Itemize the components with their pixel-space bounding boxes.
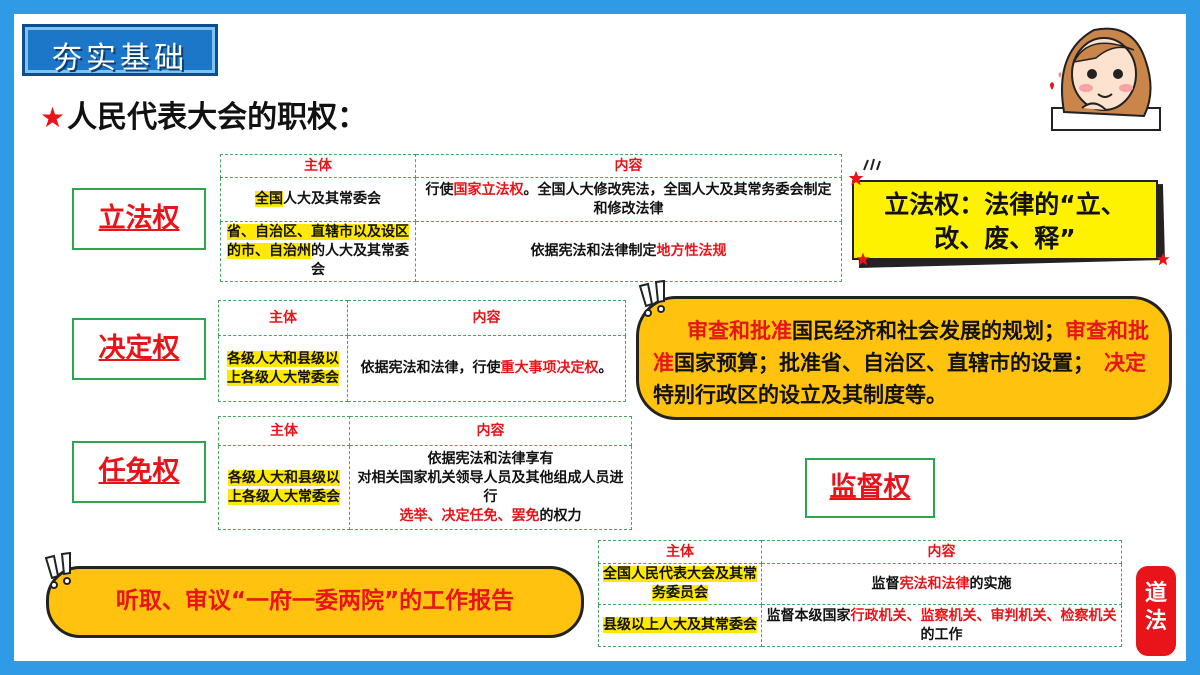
banner-label: 夯实基础 <box>52 41 188 76</box>
content-red-text: 重大事项决定权 <box>500 360 599 376</box>
legislative-header-content: 内容 <box>415 154 842 178</box>
supervision-power-label: 监督权 <box>829 472 911 503</box>
content-text: 的权力 <box>539 507 582 524</box>
decision-subject: 各级人大和县级以上各级人大常委会 <box>218 335 348 402</box>
cartoon-girl-icon <box>1050 27 1161 131</box>
appointment-power-box: 任免权 <box>72 441 206 503</box>
content-text: 监督 <box>871 575 900 592</box>
legislative-row2-subject: 省、自治区、直辖市以及设区的市、自治州的人大及其常委会 <box>220 221 416 282</box>
subject-highlight: 各级人大和县级以上各级人大常委会 <box>228 469 340 505</box>
supervision-header-subject: 主体 <box>598 540 762 564</box>
supervision-row1-subject: 全国人民代表大会及其常务委员会 <box>598 563 762 605</box>
legislative-power-box: 立法权 <box>72 188 206 250</box>
note-text: 特别行政区的设立及其制度等。 <box>653 383 947 407</box>
content-text: 监督本级国家 <box>766 607 851 624</box>
note-red-text: 审查和批准 <box>687 319 792 343</box>
exclamation-icon <box>44 552 71 589</box>
decision-content: 依据宪法和法律，行使重大事项决定权。 <box>347 335 626 402</box>
supervision-header-content: 内容 <box>761 540 1122 564</box>
appointment-subject: 各级人大和县级以上各级人大常委会 <box>218 445 350 530</box>
decision-header-content: 内容 <box>347 300 626 336</box>
note-red-text: 决定 <box>1104 351 1146 375</box>
content-red-text: 行政机关、监察机关、审判机关、检察机关 <box>850 607 1117 624</box>
subject-highlight: 各级人大和县级以上各级人大常委会 <box>227 350 339 386</box>
appointment-header-content: 内容 <box>349 416 632 446</box>
legislative-row2-content: 依据宪法和法律制定地方性法规 <box>415 221 842 282</box>
section-banner: 夯实基础 <box>22 24 218 76</box>
star-icon <box>856 252 870 266</box>
content-text: 的实施 <box>969 575 1012 592</box>
decision-note-bubble: 审查和批准国民经济和社会发展的规划；审查和批准国家预算；批准省、自治区、直辖市的… <box>636 296 1172 420</box>
content-red-text: 地方性法规 <box>656 243 727 259</box>
legislative-note-text: 立法权：法律的“立、改、废、释” <box>884 190 1126 253</box>
supervision-row2-content: 监督本级国家行政机关、监察机关、审判机关、检察机关的工作 <box>761 604 1122 647</box>
appointment-power-label: 任免权 <box>98 456 180 487</box>
star-icon <box>1156 252 1170 266</box>
subject-text: 的人大及其常委会 <box>311 243 409 278</box>
decision-power-label: 决定权 <box>98 333 180 364</box>
content-red-text: 国家立法权 <box>453 181 524 198</box>
sparkle-icon <box>863 158 881 171</box>
content-text: 依据宪法和法律制定 <box>530 243 657 259</box>
seal-stamp: 道法 <box>1136 566 1176 656</box>
report-note-bubble: 听取、审议“一府一委两院”的工作报告 <box>46 566 584 638</box>
appointment-table: 主体 内容 各级人大和县级以上各级人大常委会 依据宪法和法律享有 对相关国家机关… <box>218 416 632 530</box>
page-title-text: 人民代表大会的职权： <box>67 100 368 135</box>
supervision-power-box: 监督权 <box>805 458 935 518</box>
report-note-text: 听取、审议“一府一委两院”的工作报告 <box>115 588 515 614</box>
content-text: 依据宪法和法律，行使 <box>360 360 501 376</box>
legislative-table: 主体 内容 全国人大及其常委会 行使国家立法权。全国人大修改宪法，全国人大及其常… <box>220 154 842 282</box>
legislative-header-subject: 主体 <box>220 154 416 178</box>
note-text: 国民经济和社会发展的规划； <box>792 319 1065 343</box>
star-icon <box>848 170 864 186</box>
legislative-row1-subject: 全国人大及其常委会 <box>220 177 416 222</box>
content-text: 行使 <box>425 181 454 198</box>
decision-table: 主体 内容 各级人大和县级以上各级人大常委会 依据宪法和法律，行使重大事项决定权… <box>218 300 626 402</box>
content-text: 。全国人大修改宪法，全国人大及其常务委会制定和修改法律 <box>523 181 832 217</box>
supervision-row1-content: 监督宪法和法律的实施 <box>761 563 1122 605</box>
content-text: 。 <box>598 360 613 376</box>
legislative-power-label: 立法权 <box>98 203 180 234</box>
supervision-table: 主体 内容 全国人民代表大会及其常务委员会 监督宪法和法律的实施 县级以上人大及… <box>598 540 1122 647</box>
content-text: 对相关国家机关领导人员及其他组成人员进行 <box>357 469 624 505</box>
legislative-row1-content: 行使国家立法权。全国人大修改宪法，全国人大及其常务委会制定和修改法律 <box>415 177 842 222</box>
seal-label: 道法 <box>1144 581 1167 634</box>
content-text: 依据宪法和法律享有 <box>427 450 554 467</box>
subject-highlight: 县级以上人大及其常委会 <box>603 617 757 633</box>
appointment-header-subject: 主体 <box>218 416 350 446</box>
subject-text: 人大及其常委会 <box>283 191 381 207</box>
decision-header-subject: 主体 <box>218 300 348 336</box>
page-title: ★人民代表大会的职权： <box>40 92 367 136</box>
supervision-row2-subject: 县级以上人大及其常委会 <box>598 604 762 647</box>
content-text: 的工作 <box>920 626 963 643</box>
legislative-note: 立法权：法律的“立、改、废、释” <box>852 180 1158 260</box>
content-red-text: 宪法和法律 <box>899 575 970 592</box>
subject-highlight: 全国 <box>255 191 283 207</box>
exclamation-icon <box>638 280 665 317</box>
decision-power-box: 决定权 <box>72 318 206 380</box>
content-red-text: 选举、决定任免、罢免 <box>399 507 540 524</box>
subject-highlight: 全国人民代表大会及其常务委员会 <box>603 566 757 601</box>
content-line3: 选举、决定任免、罢免的权力 <box>354 507 627 526</box>
appointment-content: 依据宪法和法律享有 对相关国家机关领导人员及其他组成人员进行 选举、决定任免、罢… <box>349 445 632 530</box>
red-star-icon: ★ <box>40 101 66 134</box>
note-text: 国家预算；批准省、自治区、直辖市的设置； <box>674 351 1094 375</box>
